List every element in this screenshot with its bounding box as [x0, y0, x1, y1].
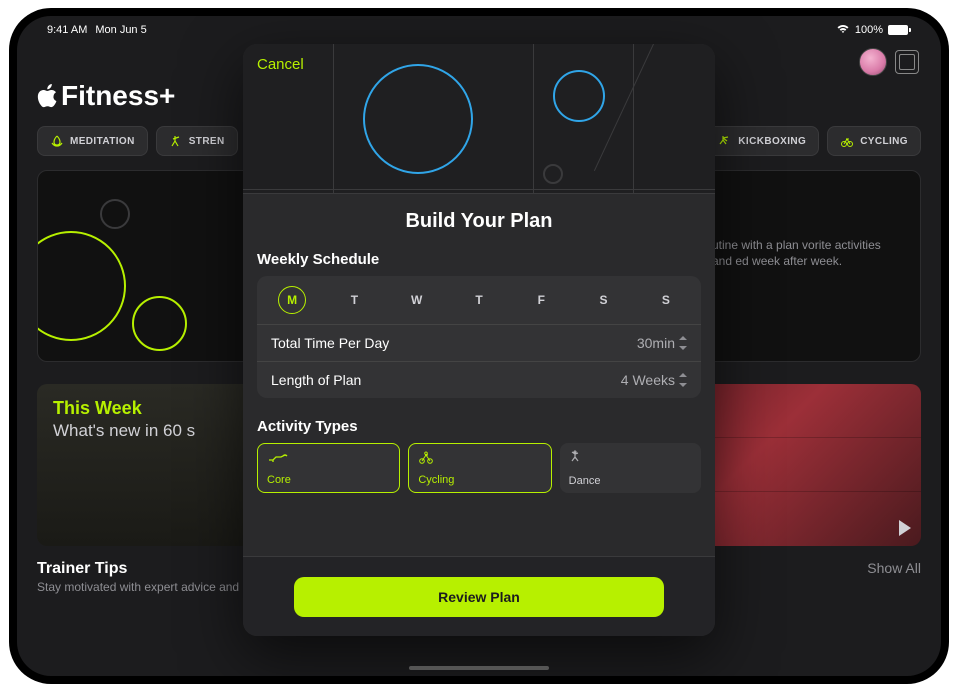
category-label: STREN — [189, 136, 225, 147]
day-wednesday[interactable]: W — [403, 286, 431, 314]
wifi-icon — [836, 24, 850, 37]
total-time-row[interactable]: Total Time Per Day 30min — [257, 325, 701, 362]
modal-footer: Review Plan — [243, 556, 715, 636]
build-plan-modal: Cancel Build Your Plan Weekly Schedule M… — [243, 44, 715, 636]
library-icon[interactable] — [895, 50, 919, 74]
category-cycling[interactable]: CYCLING — [827, 126, 921, 156]
cycling-icon — [840, 134, 854, 148]
app-title-text: Fitness+ — [61, 80, 175, 112]
category-strength[interactable]: STREN — [156, 126, 238, 156]
total-time-label: Total Time Per Day — [271, 335, 389, 351]
status-bar: 9:41 AM Mon Jun 5 100% — [17, 16, 941, 40]
core-icon — [267, 450, 390, 464]
activity-dance[interactable]: Dance — [560, 443, 701, 493]
status-time: 9:41 AM — [47, 24, 87, 36]
day-friday[interactable]: F — [527, 286, 555, 314]
show-all-link[interactable]: Show All — [867, 560, 921, 576]
ipad-frame: 9:41 AM Mon Jun 5 100% Fitness+ — [9, 8, 949, 684]
battery-icon — [888, 25, 911, 35]
schedule-card: M T W T F S S Total Time Per Day 30min — [257, 276, 701, 398]
cycling-icon — [418, 450, 541, 464]
length-value: 4 Weeks — [621, 372, 675, 388]
day-sunday[interactable]: S — [652, 286, 680, 314]
status-date: Mon Jun 5 — [95, 24, 146, 36]
activity-row: Core Cycling Dance — [257, 443, 701, 493]
kickboxing-icon — [718, 134, 732, 148]
length-row[interactable]: Length of Plan 4 Weeks — [257, 362, 701, 398]
category-meditation[interactable]: MEDITATION — [37, 126, 148, 156]
strength-icon — [169, 134, 183, 148]
review-plan-button[interactable]: Review Plan — [294, 577, 664, 617]
day-tuesday[interactable]: T — [340, 286, 368, 314]
stepper-icon — [679, 373, 687, 387]
avatar[interactable] — [859, 48, 887, 76]
meditation-icon — [50, 134, 64, 148]
dance-icon — [569, 449, 692, 463]
day-selector: M T W T F S S — [257, 276, 701, 325]
modal-body: Build Your Plan Weekly Schedule M T W T … — [243, 194, 715, 556]
length-label: Length of Plan — [271, 372, 361, 388]
trainer-tips-title: Trainer Tips — [37, 560, 127, 578]
screen: 9:41 AM Mon Jun 5 100% Fitness+ — [17, 16, 941, 676]
category-label: CYCLING — [860, 136, 908, 147]
cancel-button[interactable]: Cancel — [257, 56, 304, 73]
home-indicator[interactable] — [409, 666, 549, 670]
day-thursday[interactable]: T — [465, 286, 493, 314]
activity-label: Dance — [569, 475, 692, 487]
activity-types-label: Activity Types — [257, 418, 701, 435]
activity-label: Cycling — [418, 474, 541, 486]
total-time-value: 30min — [637, 335, 675, 351]
day-saturday[interactable]: S — [590, 286, 618, 314]
weekly-schedule-label: Weekly Schedule — [257, 251, 701, 268]
category-label: MEDITATION — [70, 136, 135, 147]
activity-cycling[interactable]: Cycling — [408, 443, 551, 493]
category-kickboxing[interactable]: KICKBOXING — [705, 126, 819, 156]
activity-label: Core — [267, 474, 390, 486]
day-monday[interactable]: M — [278, 286, 306, 314]
activity-core[interactable]: Core — [257, 443, 400, 493]
stepper-icon — [679, 336, 687, 350]
modal-header-art: Cancel — [243, 44, 715, 194]
battery-percent: 100% — [855, 24, 883, 36]
play-icon[interactable] — [899, 520, 911, 536]
category-label: KICKBOXING — [738, 136, 806, 147]
modal-title: Build Your Plan — [257, 210, 701, 233]
hero-description: utine with a plan vorite activities and … — [712, 237, 902, 269]
